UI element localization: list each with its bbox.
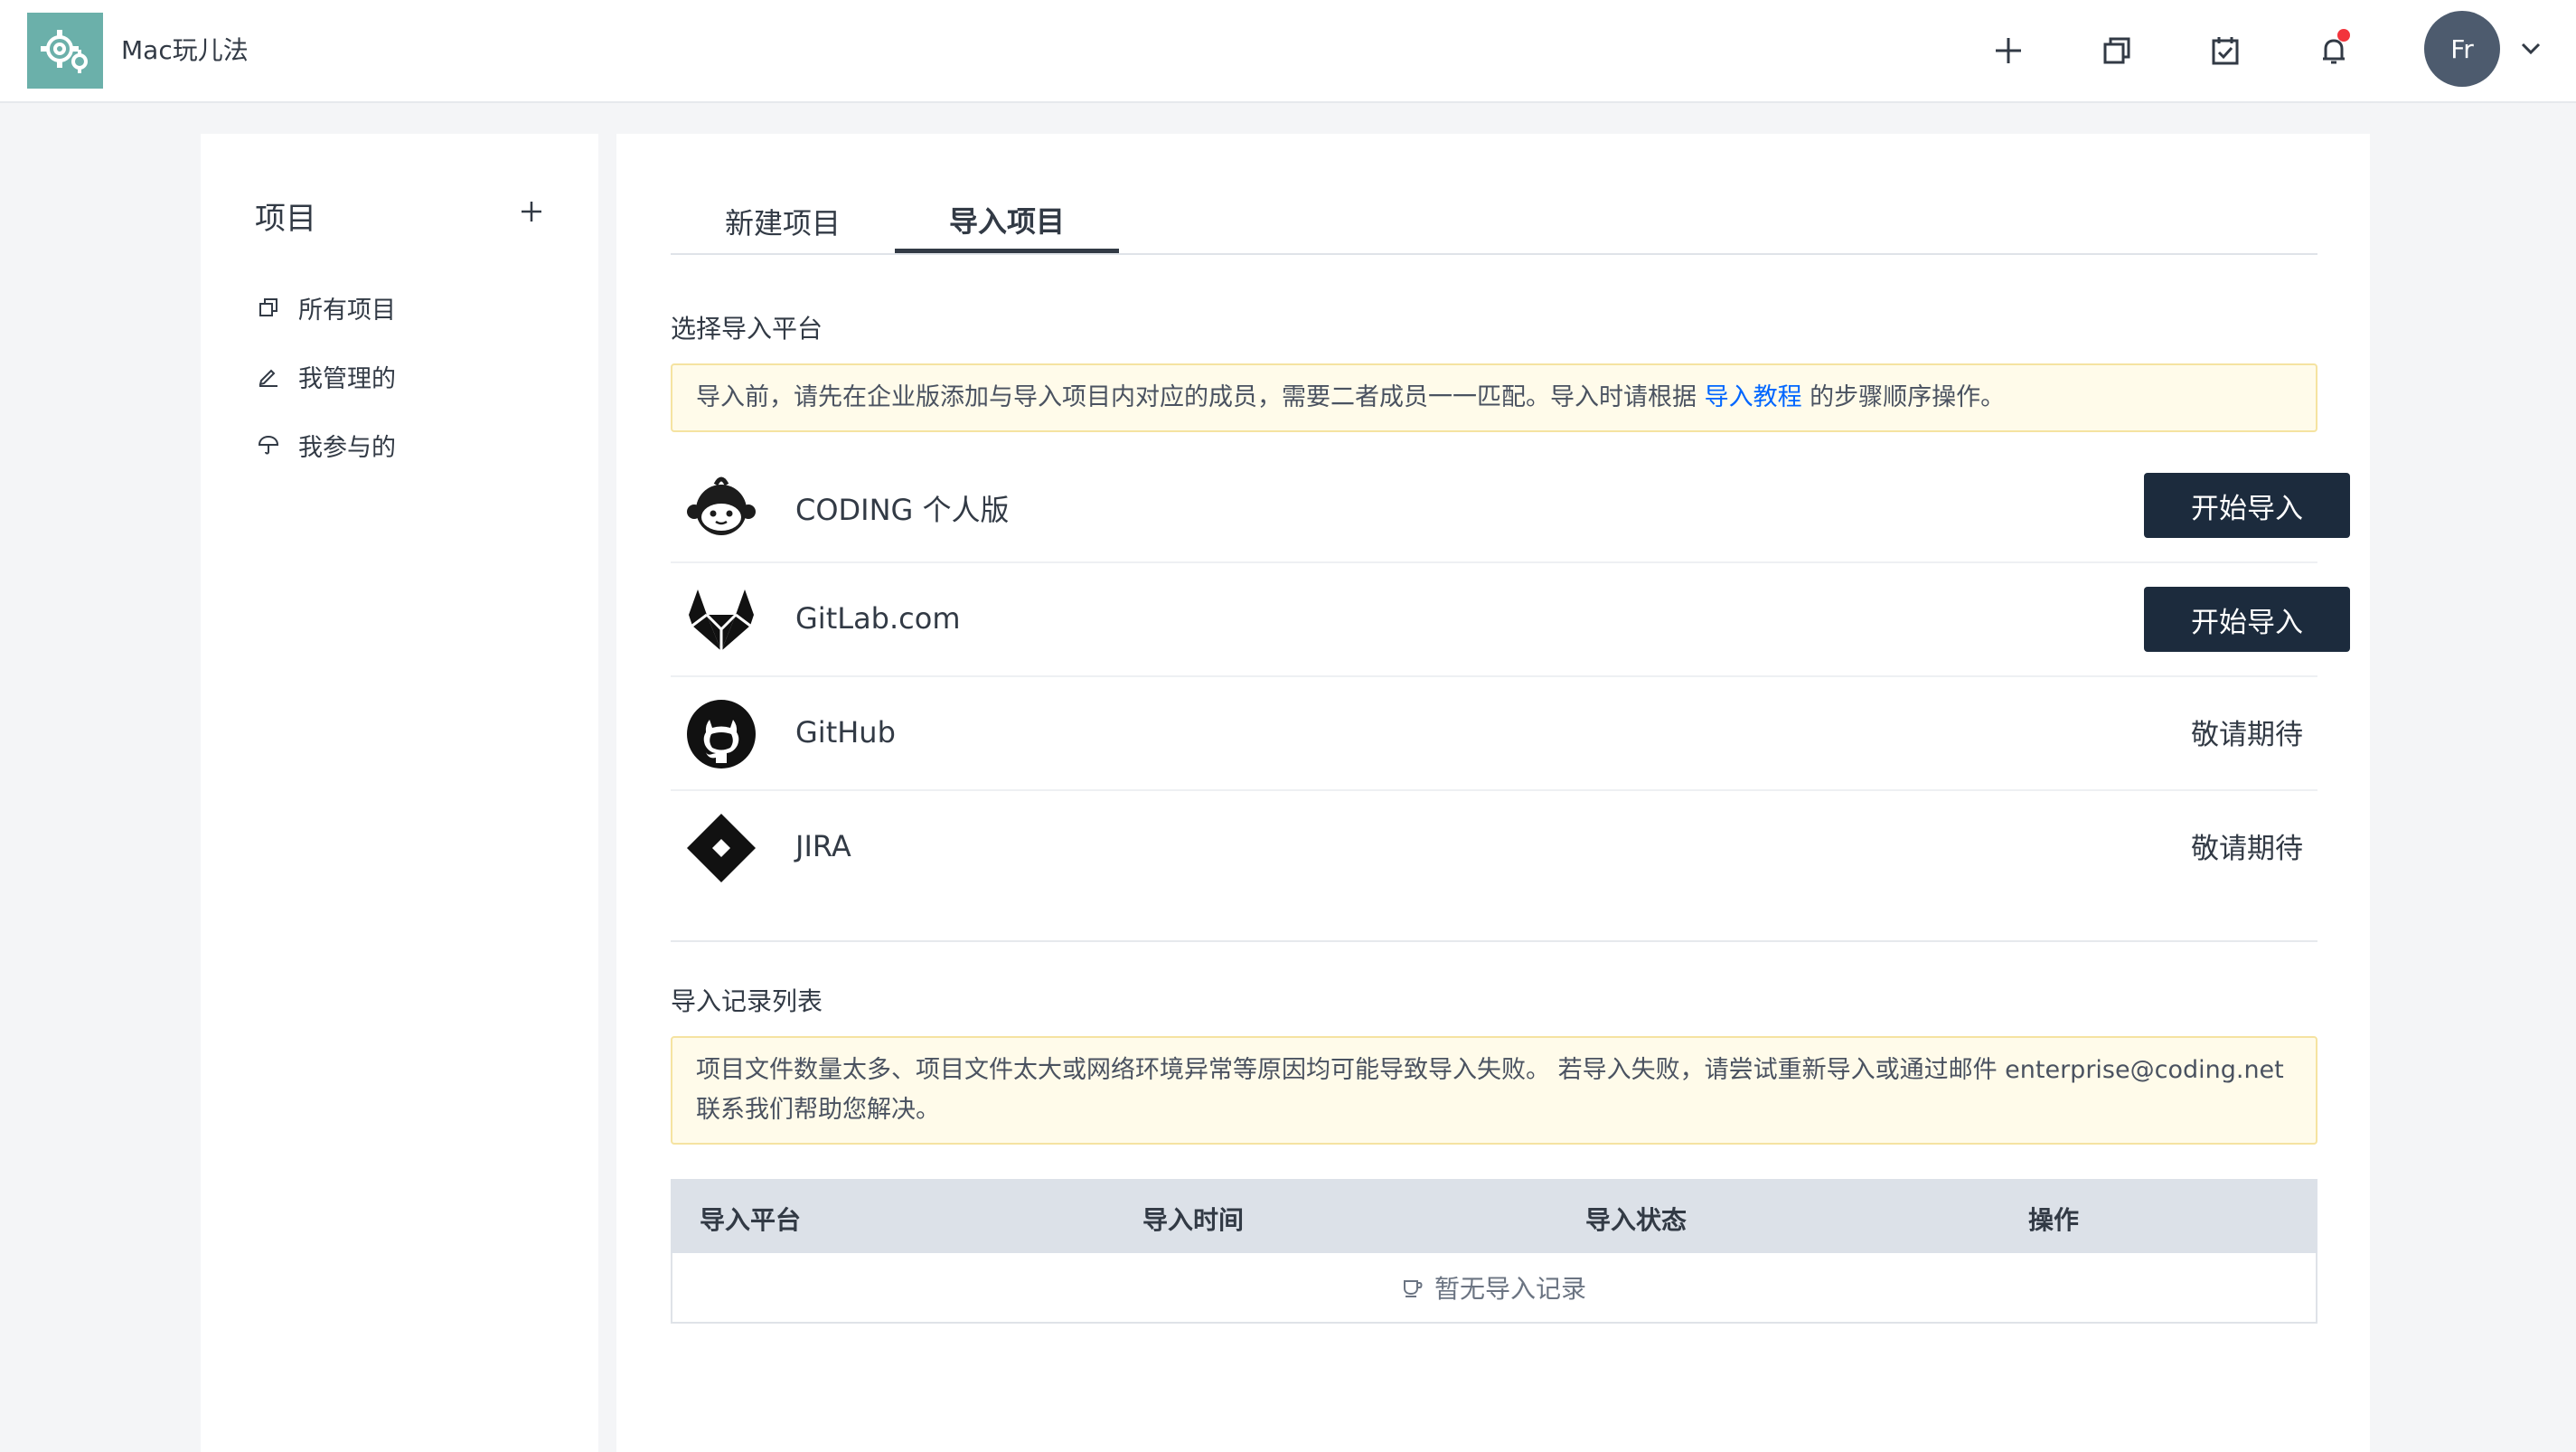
avatar[interactable]: Fr xyxy=(2424,11,2500,87)
sidebar-item-label: 我参与的 xyxy=(298,433,396,462)
import-records-table: 导入平台 导入时间 导入状态 操作 暂无导入记录 xyxy=(671,1179,2317,1324)
import-tutorial-link[interactable]: 导入教程 xyxy=(1705,383,1802,411)
top-bar: Mac玩儿法 Fr xyxy=(0,0,2576,103)
notice-text: 导入前，请先在企业版添加与导入项目内对应的成员，需要二者成员一一匹配。导入时请根… xyxy=(696,383,1705,411)
projects-button[interactable] xyxy=(2093,27,2140,74)
platform-name: GitHub xyxy=(795,715,896,750)
main-panel: 新建项目 导入项目 选择导入平台 导入前，请先在企业版添加与导入项目内对应的成员… xyxy=(616,134,2370,1452)
jira-icon xyxy=(685,812,757,884)
empty-state-text: 暂无导入记录 xyxy=(1434,1274,1586,1304)
platform-row-github: GitHub 敬请期待 xyxy=(671,677,2317,791)
platform-row-coding: CODING 个人版 开始导入 xyxy=(671,449,2350,563)
copy-icon xyxy=(2103,37,2130,64)
sidebar-item-managed[interactable]: 我管理的 xyxy=(255,356,396,396)
start-import-button-coding[interactable]: 开始导入 xyxy=(2144,473,2350,538)
tab-new-project[interactable]: 新建项目 xyxy=(671,190,895,253)
chevron-down-icon[interactable] xyxy=(2516,34,2545,63)
column-header: 导入状态 xyxy=(1585,1205,1688,1235)
platform-row-gitlab: GitLab.com 开始导入 xyxy=(671,563,2350,677)
app-logo[interactable] xyxy=(27,13,103,89)
gitlab-icon xyxy=(685,584,757,656)
select-platform-title: 选择导入平台 xyxy=(671,314,823,344)
sidebar-item-participated[interactable]: 我参与的 xyxy=(255,425,396,465)
tasks-button[interactable] xyxy=(2202,27,2249,74)
umbrella-icon xyxy=(255,431,282,458)
sidebar-item-all-projects[interactable]: 所有项目 xyxy=(255,288,396,327)
records-notice: 项目文件数量太多、项目文件太大或网络环境异常等原因均可能导致导入失败。 若导入失… xyxy=(671,1036,2317,1145)
calendar-check-icon xyxy=(2212,37,2239,65)
platform-name: CODING 个人版 xyxy=(795,493,1010,527)
github-icon xyxy=(685,698,757,770)
coming-soon-label: 敬请期待 xyxy=(2191,719,2303,751)
import-notice: 导入前，请先在企业版添加与导入项目内对应的成员，需要二者成员一一匹配。导入时请根… xyxy=(671,363,2317,432)
sidebar-item-label: 我管理的 xyxy=(298,364,396,393)
sidebar-item-label: 所有项目 xyxy=(298,296,396,325)
add-project-button[interactable] xyxy=(512,192,551,231)
notice-text: 的步骤顺序操作。 xyxy=(1801,383,2006,411)
coding-monkey-icon xyxy=(685,470,757,542)
notification-badge xyxy=(2337,29,2350,42)
column-header: 导入平台 xyxy=(700,1205,802,1235)
plus-icon xyxy=(522,202,541,222)
section-divider xyxy=(671,940,2317,942)
coffee-cup-icon xyxy=(1402,1275,1427,1300)
start-import-button-gitlab[interactable]: 开始导入 xyxy=(2144,587,2350,652)
tab-import-project[interactable]: 导入项目 xyxy=(895,190,1119,253)
sidebar: 项目 所有项目 我管理的 我参与的 xyxy=(201,134,598,1452)
platform-name: GitLab.com xyxy=(795,601,961,636)
column-header: 操作 xyxy=(2028,1205,2080,1235)
tab-bar: 新建项目 导入项目 xyxy=(671,190,2317,255)
brand-name[interactable]: Mac玩儿法 xyxy=(121,31,249,67)
sidebar-title: 项目 xyxy=(255,201,316,237)
create-button[interactable] xyxy=(1985,27,2032,74)
table-empty-state: 暂无导入记录 xyxy=(671,1253,2317,1324)
platform-name: JIRA xyxy=(795,829,851,863)
plus-icon xyxy=(1996,38,2021,63)
table-header: 导入平台 导入时间 导入状态 操作 xyxy=(671,1179,2317,1253)
notifications-button[interactable] xyxy=(2310,27,2357,74)
platform-row-jira: JIRA 敬请期待 xyxy=(671,791,2317,905)
pen-icon xyxy=(255,363,282,390)
copy-icon xyxy=(255,294,282,321)
coming-soon-label: 敬请期待 xyxy=(2191,833,2303,865)
records-title: 导入记录列表 xyxy=(671,986,823,1016)
gear-cluster-icon xyxy=(41,30,88,73)
column-header: 导入时间 xyxy=(1142,1205,1245,1235)
